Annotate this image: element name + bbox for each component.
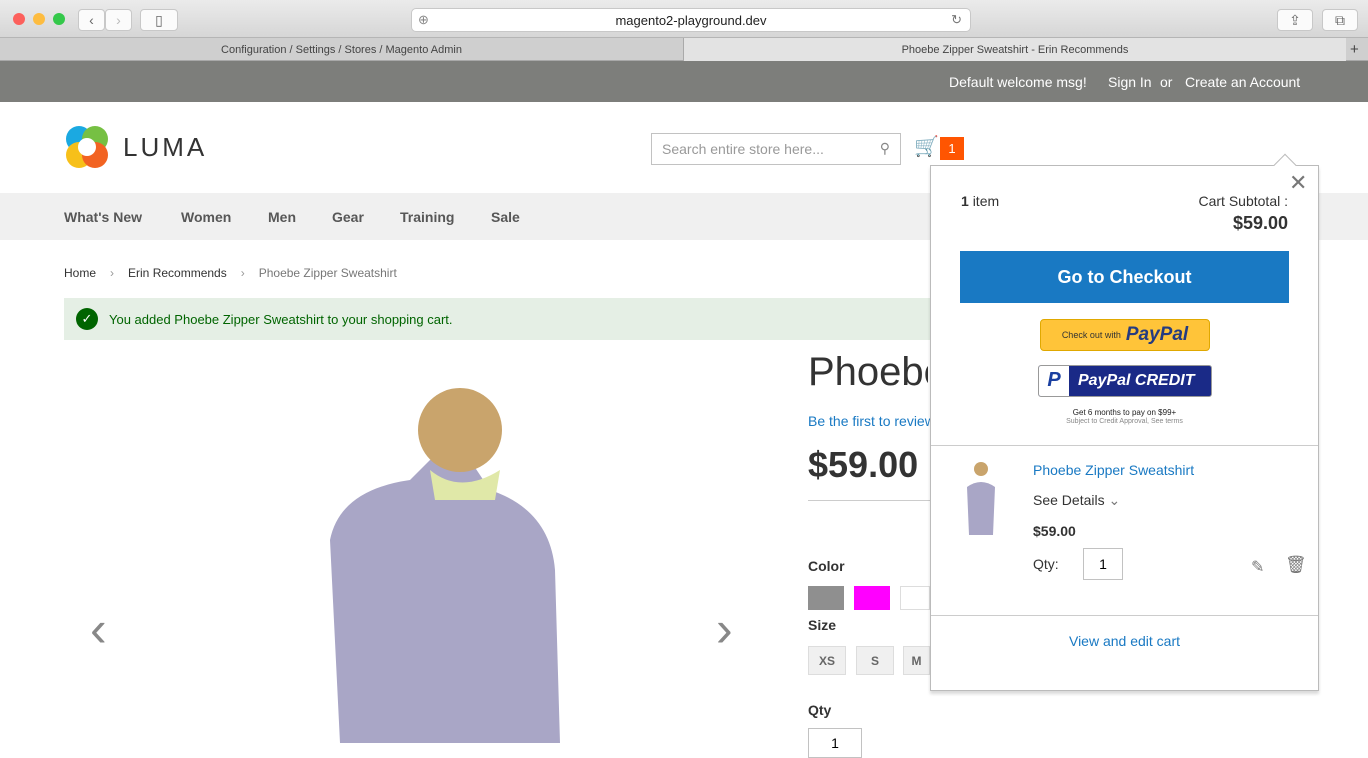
see-details-label: See Details	[1033, 492, 1105, 508]
nav-men[interactable]: Men	[268, 209, 296, 225]
nav-whats-new[interactable]: What's New	[64, 209, 142, 225]
search-input[interactable]: Search entire store here... ⚲	[651, 133, 901, 165]
trash-icon[interactable]: 🗑	[1285, 555, 1307, 575]
search-placeholder: Search entire store here...	[662, 141, 824, 157]
next-image-arrow[interactable]: ›	[716, 600, 733, 658]
search-icon[interactable]: ⚲	[880, 140, 890, 157]
close-icon[interactable]: ✕	[1289, 170, 1307, 196]
color-label: Color	[808, 558, 845, 574]
nav-training[interactable]: Training	[400, 209, 454, 225]
swatch-magenta[interactable]	[854, 586, 890, 610]
breadcrumb-current: Phoebe Zipper Sweatshirt	[258, 266, 397, 280]
success-message: ✓ You added Phoebe Zipper Sweatshirt to …	[64, 298, 944, 340]
tab-bar: Configuration / Settings / Stores / Mage…	[0, 38, 1368, 61]
check-icon: ✓	[76, 308, 98, 330]
tab-label: Phoebe Zipper Sweatshirt - Erin Recommen…	[901, 43, 1129, 56]
breadcrumb: Home › Erin Recommends › Phoebe Zipper Sweat…	[64, 266, 397, 280]
logo-text: LUMA	[123, 132, 208, 162]
paypal-p-icon: P	[1039, 366, 1069, 396]
paypal-prefix: Check out with	[1061, 330, 1121, 340]
add-icon[interactable]: ⊕	[418, 12, 429, 28]
sign-in-link[interactable]: Sign In	[1108, 74, 1152, 90]
size-label: Size	[808, 617, 837, 633]
size-s[interactable]: S	[856, 646, 894, 675]
prev-image-arrow[interactable]: ‹	[90, 600, 107, 658]
paypal-credit-label: PayPal CREDIT	[1078, 372, 1195, 389]
qty-label: Qty	[808, 702, 832, 718]
product-title: Phoebe Zipper Sweatshirt	[808, 350, 928, 394]
breadcrumb-home[interactable]: Home	[64, 266, 96, 280]
product-image[interactable]	[300, 370, 570, 743]
swatch-white[interactable]	[900, 586, 930, 610]
cart-icon[interactable]: 🛒	[914, 134, 939, 159]
sidebar-icon[interactable]: ▯	[140, 9, 178, 31]
subtotal-value: $59.00	[1232, 213, 1288, 233]
size-xs[interactable]: XS	[808, 646, 846, 675]
zoom-window-button[interactable]	[53, 13, 65, 25]
create-account-link[interactable]: Create an Account	[1185, 74, 1300, 90]
divider	[931, 615, 1318, 616]
minicart-dropdown: ✕ 1 item Cart Subtotal : $59.00 Go to Ch…	[930, 153, 1319, 691]
tabs-overview-icon[interactable]: ⧉	[1322, 9, 1358, 31]
paypal-checkout-button[interactable]: Check out with PayPal	[1040, 319, 1210, 351]
review-link[interactable]: Be the first to review this product	[808, 413, 930, 429]
success-text: You added Phoebe Zipper Sweatshirt to yo…	[109, 311, 453, 327]
minimize-window-button[interactable]	[33, 13, 45, 25]
credit-offer: Get 6 months to pay on $99+	[1072, 408, 1177, 417]
qty-input[interactable]: 1	[808, 728, 862, 758]
divider	[808, 500, 930, 501]
size-m[interactable]: M	[903, 646, 930, 675]
item-thumbnail[interactable]	[961, 459, 1001, 537]
url-text: magento2-playground.dev	[615, 12, 767, 28]
paypal-logo: PayPal	[1125, 324, 1189, 345]
swatch-gray[interactable]	[808, 586, 844, 610]
cart-counter[interactable]: 1	[940, 137, 964, 160]
new-tab-icon[interactable]: +	[1350, 41, 1359, 58]
nav-gear[interactable]: Gear	[332, 209, 364, 225]
tab-admin[interactable]: Configuration / Settings / Stores / Mage…	[0, 38, 684, 61]
product-price: $59.00	[808, 444, 919, 485]
tab-product[interactable]: Phoebe Zipper Sweatshirt - Erin Recommen…	[684, 38, 1346, 61]
nav-women[interactable]: Women	[181, 209, 231, 225]
item-qty-input[interactable]: 1	[1083, 548, 1123, 580]
address-bar[interactable]: ⊕ magento2-playground.dev ↻	[411, 8, 971, 32]
subtotal-label: Cart Subtotal :	[1198, 193, 1289, 209]
luma-logo[interactable]	[64, 124, 110, 170]
see-details-toggle[interactable]: See Details ⌄	[1033, 492, 1120, 509]
close-window-button[interactable]	[13, 13, 25, 25]
tab-label: Configuration / Settings / Stores / Mage…	[221, 43, 462, 56]
divider	[931, 445, 1318, 446]
header-panel: Default welcome msg! Sign In or Create a…	[0, 61, 1368, 102]
chevron-down-icon: ⌄	[1108, 492, 1121, 508]
breadcrumb-category[interactable]: Erin Recommends	[128, 266, 227, 280]
credit-terms[interactable]: Subject to Credit Approval, See terms	[931, 418, 1318, 425]
reload-icon[interactable]: ↻	[951, 12, 962, 28]
edit-pencil-icon[interactable]: ✎	[1251, 557, 1264, 577]
item-qty-value: 1	[1099, 556, 1107, 572]
checkout-label: Go to Checkout	[1057, 266, 1192, 287]
welcome-message: Default welcome msg!	[949, 74, 1087, 90]
item-count: 1	[961, 193, 969, 209]
item-price: $59.00	[1033, 523, 1076, 539]
nav-sale[interactable]: Sale	[491, 209, 520, 225]
forward-icon[interactable]: ›	[105, 9, 132, 31]
or-text: or	[1160, 74, 1173, 90]
item-word: item	[972, 193, 1000, 209]
back-icon[interactable]: ‹	[78, 9, 105, 31]
share-icon[interactable]: ⇪	[1277, 9, 1313, 31]
browser-toolbar: ‹ › ▯ ⊕ magento2-playground.dev ↻ ⇪ ⧉	[0, 0, 1368, 38]
view-edit-cart-link[interactable]: View and edit cart	[931, 633, 1318, 649]
item-name-link[interactable]: Phoebe Zipper Sweatshirt	[1033, 462, 1194, 478]
item-qty-label: Qty:	[1033, 556, 1059, 572]
paypal-credit-button[interactable]: P PayPal CREDIT	[1038, 365, 1212, 397]
qty-value: 1	[831, 735, 839, 751]
checkout-button[interactable]: Go to Checkout	[960, 251, 1289, 303]
